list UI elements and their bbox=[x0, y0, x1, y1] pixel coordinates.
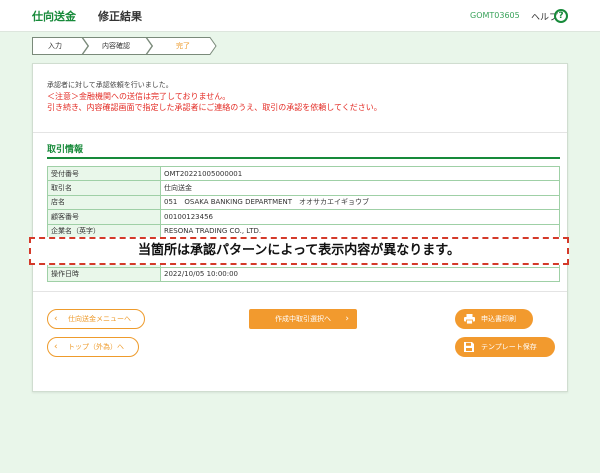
save-icon bbox=[464, 342, 474, 352]
help-icon[interactable]: ? bbox=[554, 9, 568, 23]
step-confirm: 内容確認 bbox=[82, 37, 153, 55]
app-title: 仕向送金 bbox=[32, 9, 76, 23]
divider bbox=[33, 132, 567, 133]
step-confirm-label: 内容確認 bbox=[102, 42, 130, 50]
top-button-label: トップ（外為）へ bbox=[68, 343, 124, 351]
chevron-left-icon: ‹ bbox=[54, 342, 58, 352]
table-row: 取引名 仕向送金 bbox=[47, 180, 560, 196]
print-button-label: 申込書印刷 bbox=[481, 315, 516, 323]
select-in-progress-label: 作成中取引選択へ bbox=[275, 315, 331, 323]
printer-icon bbox=[464, 314, 475, 324]
section-underline bbox=[47, 157, 560, 159]
approval-pattern-notice: 当箇所は承認パターンによって表示内容が異なります。 bbox=[29, 237, 569, 265]
step-input-label: 入力 bbox=[48, 42, 62, 50]
step-complete-label: 完了 bbox=[176, 42, 190, 50]
select-in-progress-button[interactable]: 作成中取引選択へ › bbox=[249, 309, 357, 329]
warning-message: ＜注意＞金融機関への送信は完了しておりません。 bbox=[47, 92, 231, 101]
row-label: 受付番号 bbox=[47, 165, 161, 182]
result-card: 承認者に対して承認依頼を行いました。 ＜注意＞金融機関への送信は完了しておりませ… bbox=[32, 63, 568, 392]
row-label: 取引名 bbox=[47, 180, 161, 196]
row-label: 顧客番号 bbox=[47, 209, 161, 225]
section-title: 取引情報 bbox=[47, 145, 84, 155]
row-value: 仕向送金 bbox=[160, 180, 560, 196]
page-title: 修正結果 bbox=[98, 9, 142, 23]
table-row: 受付番号 OMT20221005000001 bbox=[47, 165, 560, 182]
divider bbox=[33, 291, 567, 292]
row-value: OMT20221005000001 bbox=[160, 165, 560, 182]
row-label: 操作日時 bbox=[47, 266, 161, 283]
screen-code: GOMT03605 bbox=[470, 11, 520, 20]
table-row: 店名 051 OSAKA BANKING DEPARTMENT オオサカエイギョウ… bbox=[47, 194, 560, 211]
print-button[interactable]: 申込書印刷 bbox=[455, 309, 533, 329]
chevron-right-icon: › bbox=[345, 314, 349, 324]
menu-button[interactable]: ‹ 仕向送金メニューへ bbox=[47, 309, 145, 329]
instruction-message: 引き続き、内容確認画面で指定した承認者にご連絡のうえ、取引の承認を依頼してくださ… bbox=[47, 103, 382, 112]
table-row: 操作日時 2022/10/05 10:00:00 bbox=[47, 266, 560, 283]
menu-button-label: 仕向送金メニューへ bbox=[68, 315, 131, 323]
row-value: 051 OSAKA BANKING DEPARTMENT オオサカエイギョウブ bbox=[160, 194, 560, 211]
row-label: 店名 bbox=[47, 194, 161, 211]
table-row: 顧客番号 00100123456 bbox=[47, 209, 560, 225]
step-complete: 完了 bbox=[146, 37, 218, 55]
header-bar: 仕向送金 修正結果 GOMT03605 ヘルプ ? bbox=[0, 0, 600, 32]
chevron-left-icon: ‹ bbox=[54, 314, 58, 324]
save-template-label: テンプレート保存 bbox=[481, 343, 537, 351]
progress-steps: 入力 内容確認 完了 bbox=[32, 37, 218, 55]
step-input: 入力 bbox=[32, 37, 89, 55]
save-template-button[interactable]: テンプレート保存 bbox=[455, 337, 555, 357]
status-message: 承認者に対して承認依頼を行いました。 bbox=[47, 81, 173, 89]
row-value: 00100123456 bbox=[160, 209, 560, 225]
top-button[interactable]: ‹ トップ（外為）へ bbox=[47, 337, 139, 357]
row-value: 2022/10/05 10:00:00 bbox=[160, 266, 560, 283]
